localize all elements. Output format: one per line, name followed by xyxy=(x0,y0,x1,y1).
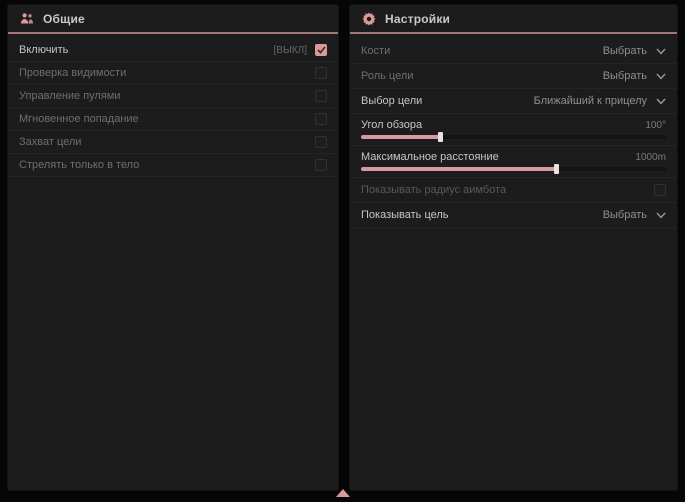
fov-slider-fill xyxy=(361,135,440,139)
bones-dropdown[interactable]: Выбрать xyxy=(603,45,666,57)
row-target-role: Роль цели Выбрать xyxy=(350,64,677,89)
fov-slider-handle[interactable] xyxy=(438,132,443,142)
enable-checkbox[interactable] xyxy=(315,44,327,56)
bullet-control-checkbox[interactable] xyxy=(315,90,327,102)
chevron-down-icon xyxy=(656,46,666,56)
instant-hit-label: Мгновенное попадание xyxy=(19,113,139,125)
target-select-label: Выбор цели xyxy=(361,95,422,107)
show-radius-label: Показывать радиус аимбота xyxy=(361,184,506,196)
instant-hit-checkbox[interactable] xyxy=(315,113,327,125)
gear-icon xyxy=(362,12,376,26)
enable-keybind-tag: [ВЫКЛ] xyxy=(274,45,307,56)
row-bones: Кости Выбрать xyxy=(350,39,677,64)
fov-slider[interactable] xyxy=(361,135,666,139)
general-rows: Включить [ВЫКЛ] Проверка видимости Управ… xyxy=(8,34,338,177)
chevron-down-icon xyxy=(656,210,666,220)
show-radius-checkbox[interactable] xyxy=(654,184,666,196)
distance-label: Максимальное расстояние xyxy=(361,151,499,163)
target-role-dropdown[interactable]: Выбрать xyxy=(603,70,666,82)
target-lock-checkbox[interactable] xyxy=(315,136,327,148)
distance-slider[interactable] xyxy=(361,167,666,171)
settings-panel-title: Настройки xyxy=(385,12,450,26)
general-panel-header: Общие xyxy=(8,5,338,34)
row-instant-hit: Мгновенное попадание xyxy=(8,108,338,131)
settings-panel: Настройки Кости Выбрать Роль цели Выбрат… xyxy=(350,5,677,490)
target-role-dropdown-value: Выбрать xyxy=(603,70,647,82)
body-only-checkbox[interactable] xyxy=(315,159,327,171)
show-target-dropdown-value: Выбрать xyxy=(603,209,647,221)
row-visibility-check: Проверка видимости xyxy=(8,62,338,85)
target-select-dropdown-value: Ближайший к прицелу xyxy=(534,95,647,107)
body-only-label: Стрелять только в тело xyxy=(19,159,139,171)
target-role-label: Роль цели xyxy=(361,70,413,82)
row-target-select: Выбор цели Ближайший к прицелу xyxy=(350,89,677,114)
row-enable: Включить [ВЫКЛ] xyxy=(8,39,338,62)
settings-rows: Кости Выбрать Роль цели Выбрать Выбор це… xyxy=(350,34,677,228)
fov-label: Угол обзора xyxy=(361,119,422,131)
row-bullet-control: Управление пулями xyxy=(8,85,338,108)
bones-label: Кости xyxy=(361,45,390,57)
row-body-only: Стрелять только в тело xyxy=(8,154,338,177)
distance-value: 1000m xyxy=(635,152,666,163)
target-lock-label: Захват цели xyxy=(19,136,81,148)
check-icon xyxy=(317,46,326,54)
chevron-down-icon xyxy=(656,71,666,81)
fov-value: 100° xyxy=(645,120,666,131)
target-select-dropdown[interactable]: Ближайший к прицелу xyxy=(534,95,666,107)
row-target-lock: Захват цели xyxy=(8,131,338,154)
row-show-target: Показывать цель Выбрать xyxy=(350,203,677,228)
distance-slider-block: Максимальное расстояние 1000m xyxy=(350,146,677,178)
general-panel-title: Общие xyxy=(43,12,85,26)
enable-label: Включить xyxy=(19,44,68,56)
distance-slider-fill xyxy=(361,167,556,171)
settings-panel-header: Настройки xyxy=(350,5,677,34)
row-show-radius: Показывать радиус аимбота xyxy=(350,178,677,203)
bones-dropdown-value: Выбрать xyxy=(603,45,647,57)
show-target-label: Показывать цель xyxy=(361,209,449,221)
distance-slider-handle[interactable] xyxy=(554,164,559,174)
chevron-down-icon xyxy=(656,96,666,106)
expand-up-arrow[interactable] xyxy=(336,489,350,497)
visibility-check-checkbox[interactable] xyxy=(315,67,327,79)
fov-slider-block: Угол обзора 100° xyxy=(350,114,677,146)
users-icon xyxy=(20,12,34,26)
show-target-dropdown[interactable]: Выбрать xyxy=(603,209,666,221)
visibility-check-label: Проверка видимости xyxy=(19,67,126,79)
general-panel: Общие Включить [ВЫКЛ] Проверка видимости… xyxy=(8,5,338,490)
bullet-control-label: Управление пулями xyxy=(19,90,121,102)
